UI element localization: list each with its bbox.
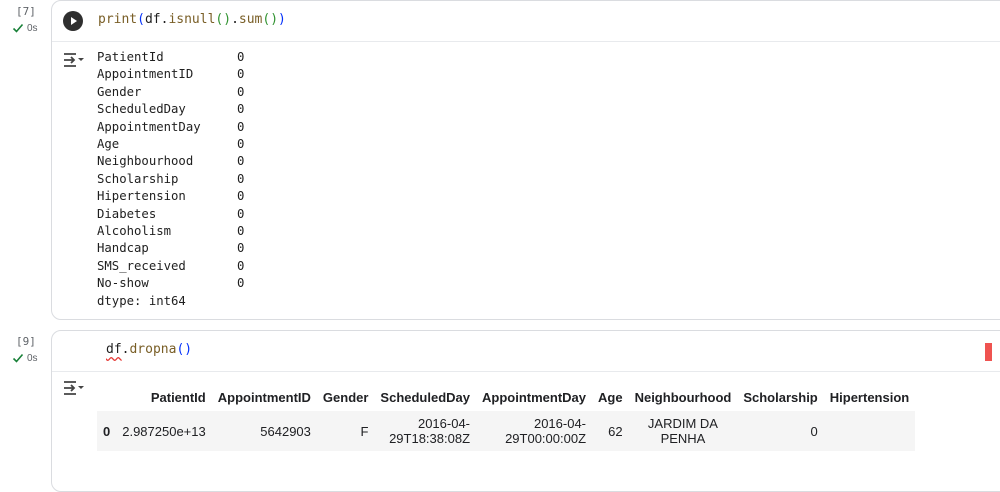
output-line: AppointmentID 0 [97, 66, 244, 83]
series-index: Hipertension [97, 189, 186, 204]
code-text[interactable]: print(df.isnull().sum()) [98, 12, 286, 27]
output-line: PatientId 0 [97, 49, 244, 66]
output-actions-icon[interactable] [61, 378, 85, 405]
series-index: Alcoholism [97, 224, 172, 239]
series-value: 0 [237, 102, 245, 117]
table-cell: 2016-04-29T18:38:08Z [374, 411, 477, 451]
table-cell: 2016-04-29T00:00:00Z [476, 411, 593, 451]
error-marker [985, 343, 992, 361]
table-cell: 62 [592, 411, 629, 451]
execution-status: 0s [12, 352, 38, 364]
table-header-row: PatientId AppointmentID Gender ScheduledDay… [97, 384, 915, 411]
series-index: No-show [97, 276, 149, 291]
output-line: Hipertension 0 [97, 188, 244, 205]
series-value: 0 [237, 189, 245, 204]
column-header: Gender [322, 390, 369, 405]
series-value: 0 [237, 224, 245, 239]
output-line: No-show 0 [97, 275, 244, 292]
series-index: PatientId [97, 50, 164, 64]
series-value: 0 [237, 154, 245, 169]
output-line: Neighbourhood 0 [97, 153, 244, 170]
output-line: Age 0 [97, 136, 244, 153]
table-row: 0 2.987250e+13 5642903 F 2016-04-29T18:38:08… [97, 411, 916, 451]
series-value: 0 [237, 84, 245, 99]
execution-count: [9] [16, 335, 36, 348]
series-value: 0 [237, 50, 245, 64]
dtype-line: dtype: int64 [97, 293, 186, 308]
run-cell-button[interactable] [63, 11, 83, 31]
series-index: Diabetes [97, 206, 157, 221]
series-index: SMS_received [97, 258, 186, 273]
row-index: 0 [97, 411, 117, 451]
series-value: 0 [237, 67, 245, 82]
execution-time: 0s [27, 22, 38, 34]
series-value: 0 [237, 171, 245, 186]
code-cell-1[interactable]: print(df.isnull().sum()) PatientId 0 Appoi… [51, 0, 1000, 320]
series-value: 0 [237, 276, 245, 291]
column-header: Age [598, 390, 623, 405]
output-line: Gender 0 [97, 84, 244, 101]
series-value: 0 [237, 206, 245, 221]
series-value: 0 [237, 137, 245, 152]
series-index: Scholarship [97, 171, 179, 186]
output-line: ScheduledDay 0 [97, 101, 244, 118]
cell-output: PatientId 0 AppointmentID 0 Gender 0 Scheduled… [97, 49, 244, 310]
code-cell-2[interactable]: df.dropna() PatientId AppointmentID Gender… [51, 330, 1000, 492]
play-icon [71, 17, 77, 25]
index-header [97, 384, 116, 411]
output-line: SMS_received 0 [97, 258, 244, 275]
series-value: 0 [237, 258, 245, 273]
code-editor[interactable]: print(df.isnull().sum()) [52, 1, 1000, 42]
series-index: AppointmentID [97, 67, 194, 82]
column-header: ScheduledDay [380, 390, 471, 405]
series-index: Gender [97, 84, 142, 99]
series-index: Handcap [97, 241, 149, 256]
series-index: Age [97, 137, 120, 152]
table-cell: 0 [737, 411, 824, 451]
series-value: 0 [237, 241, 245, 256]
series-value: 0 [237, 119, 245, 134]
output-line: Handcap 0 [97, 240, 244, 257]
series-index: ScheduledDay [97, 102, 186, 117]
execution-time: 0s [27, 352, 38, 364]
column-header: Scholarship [743, 390, 818, 405]
table-cell: JARDIM DA PENHA [628, 411, 738, 451]
execution-count: [7] [16, 5, 36, 18]
check-icon [12, 353, 24, 363]
dataframe-table: PatientId AppointmentID Gender ScheduledDay… [97, 384, 916, 451]
series-index: AppointmentDay [97, 119, 201, 134]
check-icon [12, 23, 24, 33]
output-actions-icon[interactable] [61, 50, 85, 77]
series-index: Neighbourhood [97, 154, 194, 169]
execution-status: 0s [12, 22, 38, 34]
table-cell: F [316, 411, 375, 451]
output-line: Scholarship 0 [97, 171, 244, 188]
column-header: AppointmentDay [482, 390, 587, 405]
output-line: Diabetes 0 [97, 206, 244, 223]
column-header: Neighbourhood [634, 390, 732, 405]
output-line: AppointmentDay 0 [97, 119, 244, 136]
output-line: Alcoholism 0 [97, 223, 244, 240]
table-cell: 2.987250e+13 [116, 411, 212, 451]
column-header: Hipertension [829, 390, 910, 405]
code-text[interactable]: df.dropna() [106, 342, 192, 357]
column-header: PatientId [150, 390, 206, 405]
column-header: AppointmentID [217, 390, 311, 405]
code-editor[interactable]: df.dropna() [52, 331, 1000, 372]
table-cell [823, 411, 916, 451]
table-cell: 5642903 [211, 411, 317, 451]
